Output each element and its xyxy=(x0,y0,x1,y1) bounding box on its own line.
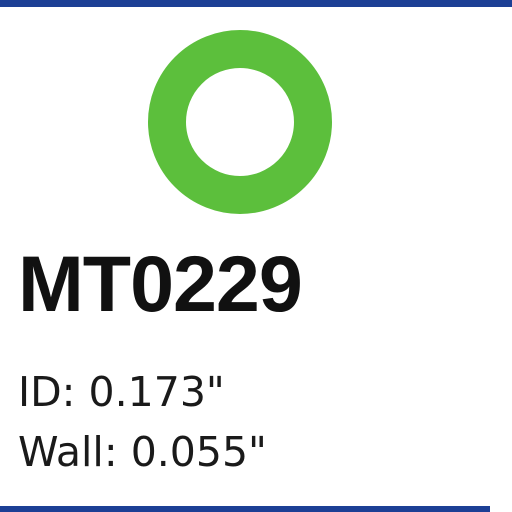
part-number: MT0229 xyxy=(18,239,303,328)
spec-wall-thickness: Wall: 0.055" xyxy=(18,432,267,473)
spec-wall-value: 0.055" xyxy=(130,428,267,476)
bottom-accent-rule xyxy=(0,506,490,512)
product-card: MT0229 ID: 0.173" Wall: 0.055" xyxy=(0,0,512,512)
spec-wall-label: Wall: xyxy=(18,428,118,476)
spec-id-label: ID: xyxy=(18,368,76,416)
spec-id-value: 0.173" xyxy=(88,368,225,416)
top-accent-rule xyxy=(0,0,512,7)
o-ring-icon xyxy=(148,30,332,214)
o-ring-band xyxy=(148,30,332,214)
spec-inner-diameter: ID: 0.173" xyxy=(18,372,225,413)
